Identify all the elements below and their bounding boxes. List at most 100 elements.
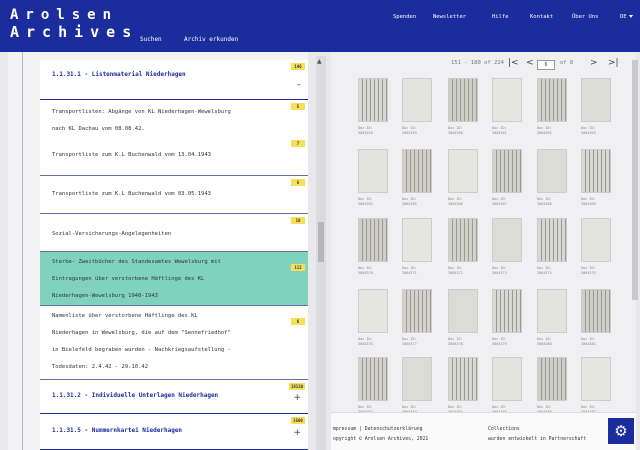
tree-item-label: Sozial-Versicherungs-Angelegenheiten	[52, 231, 172, 237]
tree-item-namenliste-sennefriedhof[interactable]: Namenliste über verstorbene Häftlinge de…	[40, 306, 308, 380]
document-thumbnail[interactable]	[492, 78, 522, 122]
nav-donate[interactable]: Spenden	[393, 14, 416, 20]
thumbnail-doc-id: Doc ID: 3004358	[358, 126, 373, 135]
thumbnail-doc-id: Doc ID: 3004360	[448, 126, 463, 135]
tree-item-sterbe-zweitbuecher[interactable]: Sterbe- Zweitbücher des Standesamtes Wew…	[40, 252, 308, 306]
document-thumbnail[interactable]	[448, 218, 478, 262]
document-thumbnail[interactable]	[402, 149, 432, 193]
document-thumbnail[interactable]	[358, 78, 388, 122]
result-range: 151 - 180 of 224	[451, 60, 504, 66]
tree-item-label: 1.1.31.2 - Individuelle Unterlagen Niede…	[52, 392, 219, 399]
document-thumbnail[interactable]	[358, 357, 388, 401]
document-thumbnail[interactable]	[537, 289, 567, 333]
document-thumbnail[interactable]	[581, 357, 611, 401]
tree-item-label: Transportliste zum K.L Buchenwald vom 13…	[52, 152, 211, 158]
document-thumbnail[interactable]	[448, 357, 478, 401]
first-page-button[interactable]: |<	[508, 58, 519, 68]
document-thumbnail[interactable]	[402, 218, 432, 262]
footer-partnership: wurden entwickelt in Partnerschaft	[488, 437, 587, 442]
logo-line-1: Arolsen	[10, 7, 119, 23]
viewer-scrollbar[interactable]	[632, 60, 638, 300]
scroll-up-icon[interactable]: ▲	[317, 58, 322, 65]
tree-item-label: nach KL Dachau vom 08.08.42.	[52, 126, 145, 132]
thumbnail-doc-id: Doc ID: 3004367	[492, 197, 507, 206]
count-badge: 7	[291, 140, 305, 147]
last-page-button[interactable]: >|	[608, 58, 619, 68]
tree-item-label: Niederhagen in Wewelsburg, die auf dem "…	[52, 330, 231, 336]
tree-item-label: Transportliste zum K.L Buchenwald vom 03…	[52, 191, 211, 197]
document-thumbnail[interactable]	[537, 149, 567, 193]
document-thumbnail[interactable]	[581, 218, 611, 262]
count-badge: 5	[291, 103, 305, 110]
document-thumbnail[interactable]	[581, 289, 611, 333]
footer-collections: Collections	[488, 427, 520, 432]
document-thumbnail[interactable]	[537, 218, 567, 262]
thumbnail-doc-id: Doc ID: 3004368	[537, 197, 552, 206]
document-thumbnail[interactable]	[448, 78, 478, 122]
page-input[interactable]: 6	[537, 60, 555, 70]
logo-line-2: Archives	[10, 23, 139, 41]
expand-toggle[interactable]: +	[293, 393, 301, 403]
tree-panel: 1.1.31.1 - Listenmaterial Niederhagen 14…	[8, 52, 308, 450]
footer-links[interactable]: mpressum | Datenschutzerklärung	[333, 427, 423, 432]
thumbnail-doc-id: Doc ID: 3004376	[358, 337, 373, 346]
logo[interactable]: Arolsen Archives	[10, 7, 138, 41]
collapse-toggle[interactable]: –	[297, 80, 302, 90]
count-badge: 3500	[291, 417, 305, 424]
thumbnail-doc-id: Doc ID: 3004372	[448, 266, 463, 275]
prev-page-button[interactable]: <	[526, 58, 534, 68]
document-thumbnail[interactable]	[581, 78, 611, 122]
document-thumbnail[interactable]	[358, 289, 388, 333]
count-badge: 10	[291, 217, 305, 224]
document-thumbnail[interactable]	[448, 289, 478, 333]
count-badge: 6	[291, 318, 305, 325]
tree-item-listenmaterial[interactable]: 1.1.31.1 - Listenmaterial Niederhagen 14…	[40, 60, 308, 100]
count-badge: 146	[291, 63, 305, 70]
document-thumbnail[interactable]	[358, 218, 388, 262]
nav-help[interactable]: Hilfe	[492, 14, 509, 20]
thumbnail-doc-id: Doc ID: 3004378	[448, 337, 463, 346]
thumbnail-doc-id: Doc ID: 3004381	[581, 337, 596, 346]
tree-item-label: Todesdaten: 2.4.42 - 29.10.42	[52, 364, 149, 370]
thumbnail-doc-id: Doc ID: 3004377	[402, 337, 417, 346]
tree-connector	[22, 52, 23, 450]
count-badge: 18130	[288, 383, 305, 390]
tree-item-nummernkartei[interactable]: 1.1.31.5 - Nummernkartei Niederhagen 350…	[40, 414, 308, 450]
tree-scrollbar-thumb[interactable]	[318, 222, 324, 262]
tree-item-label: 1.1.31.5 - Nummernkartei Niederhagen	[52, 427, 183, 434]
expand-toggle[interactable]: +	[293, 428, 301, 438]
thumbnail-doc-id: Doc ID: 3004366	[448, 197, 463, 206]
tree-item-individuelle-unterlagen[interactable]: 1.1.31.2 - Individuelle Unterlagen Niede…	[40, 380, 308, 414]
site-header: Arolsen Archives Suchen Archiv erkunden …	[0, 0, 640, 52]
page-total: of 8	[560, 60, 574, 66]
nav-explore-archive[interactable]: Archiv erkunden	[184, 36, 238, 43]
tree-item-sozialversicherung[interactable]: Sozial-Versicherungs-Angelegenheiten 10	[40, 214, 308, 252]
document-thumbnail[interactable]	[402, 357, 432, 401]
count-badge: 6	[291, 179, 305, 186]
document-thumbnail[interactable]	[448, 149, 478, 193]
document-thumbnail[interactable]	[581, 149, 611, 193]
document-thumbnail[interactable]	[537, 357, 567, 401]
nav-newsletter[interactable]: Newsletter	[433, 14, 466, 20]
tree-item-label: Transportlisten: Abgänge von KL Niederha…	[52, 109, 231, 115]
settings-button[interactable]: ⚙	[608, 418, 634, 444]
thumbnail-doc-id: Doc ID: 3004375	[581, 266, 596, 275]
document-thumbnail[interactable]	[492, 218, 522, 262]
nav-about[interactable]: Über Uns	[572, 14, 599, 20]
document-thumbnail[interactable]	[492, 357, 522, 401]
thumbnail-doc-id: Doc ID: 3004370	[358, 266, 373, 275]
tree-item-buchenwald-1304[interactable]: Transportliste zum K.L Buchenwald vom 13…	[40, 137, 308, 176]
document-thumbnail[interactable]	[402, 78, 432, 122]
next-page-button[interactable]: >	[590, 58, 598, 68]
language-select[interactable]: DE	[620, 14, 633, 20]
document-thumbnail[interactable]	[492, 149, 522, 193]
nav-contact[interactable]: Kontakt	[530, 14, 553, 20]
document-thumbnail[interactable]	[402, 289, 432, 333]
document-thumbnail[interactable]	[537, 78, 567, 122]
tree-item-label: Niederhagen-Wewelsburg 1940-1943	[52, 293, 158, 299]
nav-search[interactable]: Suchen	[140, 36, 162, 43]
thumbnail-doc-id: Doc ID: 3004369	[581, 197, 596, 206]
document-thumbnail[interactable]	[492, 289, 522, 333]
document-thumbnail[interactable]	[358, 149, 388, 193]
tree-item-buchenwald-0305[interactable]: Transportliste zum K.L Buchenwald vom 03…	[40, 176, 308, 214]
